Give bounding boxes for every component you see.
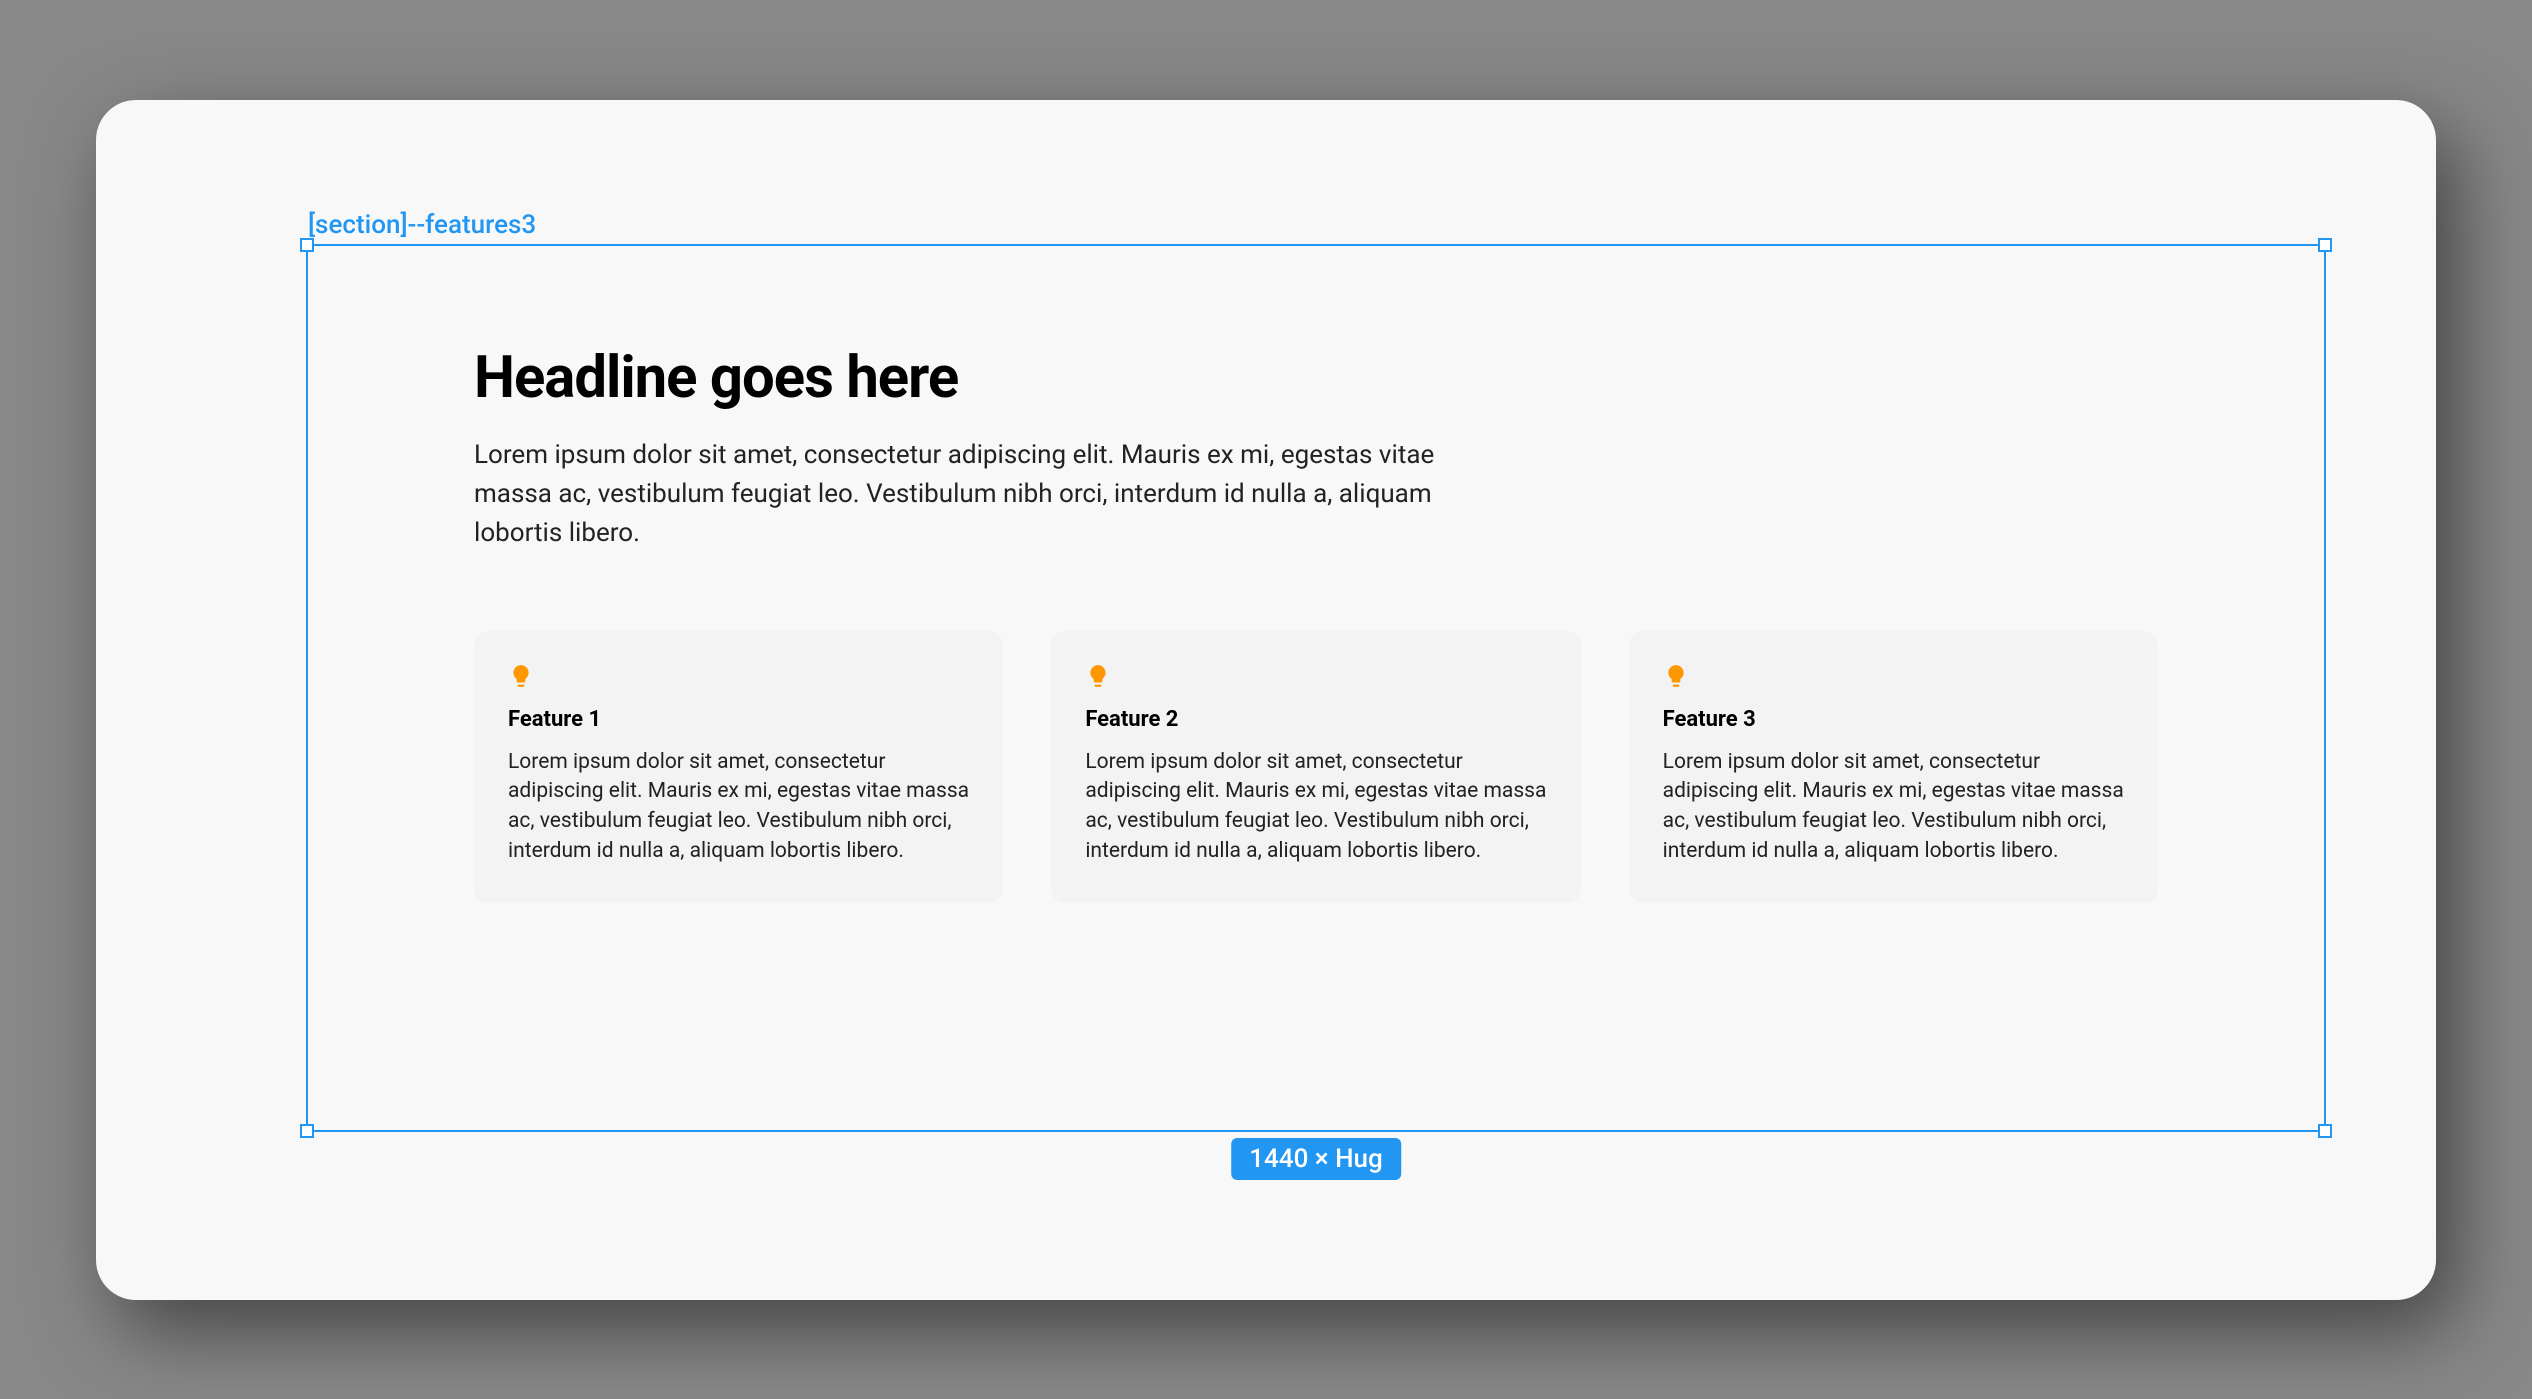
section-headline[interactable]: Headline goes here <box>474 344 2158 412</box>
feature-card-1[interactable]: Feature 1 Lorem ipsum dolor sit amet, co… <box>474 631 1003 903</box>
selection-layer-label[interactable]: [section]--features3 <box>308 210 536 240</box>
feature-title[interactable]: Feature 2 <box>1085 707 1546 732</box>
feature-desc[interactable]: Lorem ipsum dolor sit amet, consectetur … <box>1663 748 2124 867</box>
feature-desc[interactable]: Lorem ipsum dolor sit amet, consectetur … <box>1085 748 1546 867</box>
lightbulb-icon <box>1085 663 1546 689</box>
features-row: Feature 1 Lorem ipsum dolor sit amet, co… <box>474 631 2158 903</box>
feature-card-3[interactable]: Feature 3 Lorem ipsum dolor sit amet, co… <box>1629 631 2158 903</box>
design-artboard[interactable]: Headline goes here Lorem ipsum dolor sit… <box>96 100 2436 1300</box>
section-subheadline[interactable]: Lorem ipsum dolor sit amet, consectetur … <box>474 436 1454 553</box>
feature-title[interactable]: Feature 3 <box>1663 707 2124 732</box>
feature-title[interactable]: Feature 1 <box>508 707 969 732</box>
lightbulb-icon <box>1663 663 2124 689</box>
lightbulb-icon <box>508 663 969 689</box>
feature-card-2[interactable]: Feature 2 Lorem ipsum dolor sit amet, co… <box>1051 631 1580 903</box>
section-features3[interactable]: Headline goes here Lorem ipsum dolor sit… <box>306 244 2326 1132</box>
selection-size-badge: 1440 × Hug <box>1231 1138 1401 1180</box>
feature-desc[interactable]: Lorem ipsum dolor sit amet, consectetur … <box>508 748 969 867</box>
